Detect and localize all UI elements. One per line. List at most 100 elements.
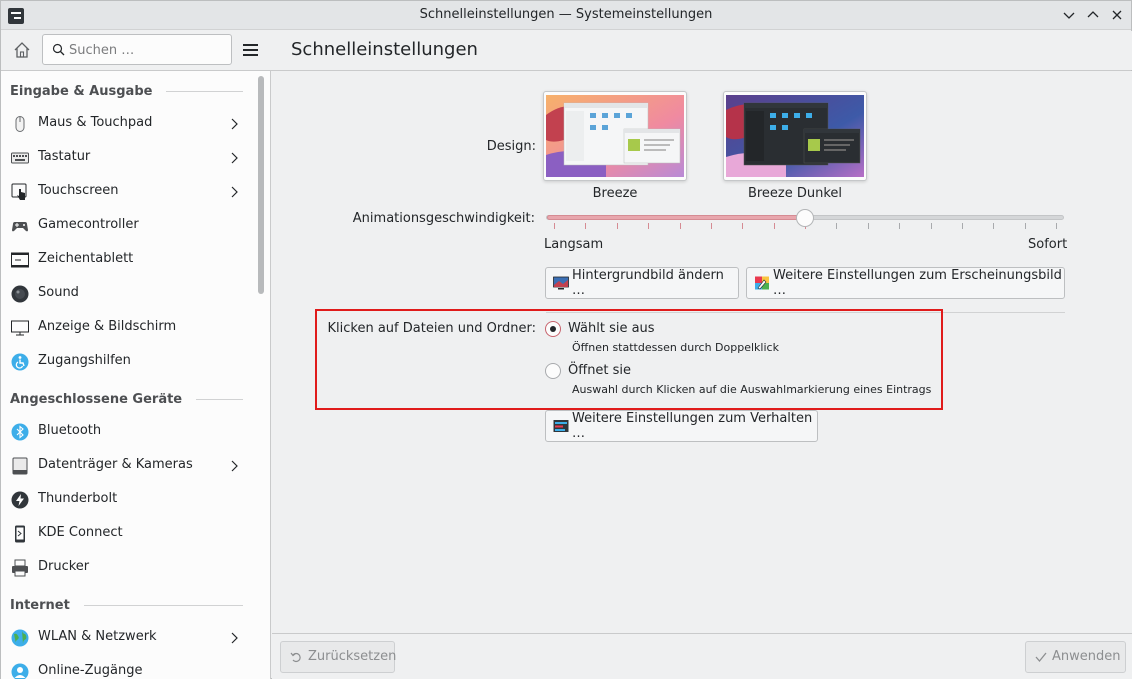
speaker-icon (11, 285, 29, 303)
reset-button[interactable]: Zurücksetzen (280, 641, 397, 673)
theme-caption-breeze-dark: Breeze Dunkel (747, 186, 843, 201)
slider-tick (867, 223, 869, 229)
highlight-annotation-box (315, 309, 943, 410)
slider-tick (961, 223, 963, 229)
sidebar-item-drives-cameras[interactable]: Datenträger & Kameras (1, 449, 251, 483)
sidebar-item-accessibility[interactable]: Zugangshilfen (1, 345, 251, 379)
sidebar-scrollbar[interactable] (251, 71, 271, 679)
sidebar-item-bluetooth[interactable]: Bluetooth (1, 415, 251, 449)
globe-icon (11, 629, 29, 647)
slider-tick (742, 223, 744, 229)
behavior-settings-icon (553, 420, 569, 432)
footer-bar: Zurücksetzen Anwenden (272, 633, 1132, 679)
more-appearance-settings-button[interactable]: Weitere Einstellungen zum Erscheinungsbi… (746, 267, 1065, 299)
mouse-icon (15, 116, 25, 132)
tablet-icon (11, 252, 29, 268)
sidebar-item-touchscreen[interactable]: Touchscreen (1, 175, 251, 209)
apply-button[interactable]: Anwenden (1025, 641, 1126, 673)
section-header-input-output: Eingabe & Ausgabe (10, 84, 243, 99)
sidebar-item-label: Bluetooth (38, 423, 102, 438)
sidebar-item-label: Touchscreen (38, 183, 119, 198)
animation-speed-label: Animationsgeschwindigkeit: (352, 211, 535, 226)
printer-icon (12, 559, 28, 577)
sidebar-item-label: Online-Zugänge (38, 663, 143, 678)
breeze-theme-preview (546, 95, 684, 177)
slider-tick (616, 223, 618, 229)
touchscreen-icon (11, 183, 27, 200)
bluetooth-icon (11, 423, 29, 441)
home-button[interactable] (11, 39, 35, 63)
slider-min-label: Langsam (544, 237, 604, 252)
sidebar-item-printers[interactable]: Drucker (1, 551, 251, 585)
theme-card-breeze-dark[interactable] (723, 91, 867, 181)
close-button[interactable] (1108, 6, 1126, 24)
search-field[interactable] (42, 34, 232, 65)
sidebar-item-online-accounts[interactable]: Online-Zugänge (1, 655, 251, 679)
checkmark-icon (1035, 652, 1047, 663)
chevron-right-icon (231, 460, 238, 472)
section-title: Eingabe & Ausgabe (10, 84, 153, 99)
chevron-right-icon (231, 152, 238, 164)
search-icon (52, 43, 65, 56)
chevron-right-icon (231, 118, 238, 130)
scrollbar-thumb[interactable] (258, 76, 264, 294)
sidebar-item-gamecontroller[interactable]: Gamecontroller (1, 209, 251, 243)
button-label: Weitere Einstellungen zum Erscheinungsbi… (773, 268, 1062, 298)
online-accounts-icon (11, 663, 29, 679)
wallpaper-icon (553, 276, 569, 290)
drive-icon (12, 457, 28, 475)
button-label: Anwenden (1052, 649, 1121, 664)
slider-tick (773, 223, 775, 229)
phone-icon (15, 525, 25, 543)
sidebar-item-mouse-touchpad[interactable]: Maus & Touchpad (1, 107, 251, 141)
sidebar-item-display[interactable]: Anzeige & Bildschirm (1, 311, 251, 345)
slider-handle[interactable] (796, 209, 814, 227)
slider-tick (899, 223, 901, 229)
monitor-icon (11, 320, 29, 336)
slider-max-label: Sofort (1028, 237, 1068, 252)
gamepad-icon (12, 222, 28, 232)
sidebar-item-label: Anzeige & Bildschirm (38, 319, 177, 334)
chevron-up-icon (1087, 11, 1099, 18)
title-bar[interactable]: Schnelleinstellungen — Systemeinstellung… (1, 1, 1131, 30)
change-wallpaper-button[interactable]: Hintergrundbild ändern … (545, 267, 739, 299)
slider-tick (836, 223, 838, 229)
chevron-right-icon (231, 632, 238, 644)
slider-tick (1024, 223, 1026, 229)
search-input[interactable] (69, 40, 224, 60)
slider-tick (679, 223, 681, 229)
slider-fill (547, 215, 806, 220)
minimize-button[interactable] (1060, 6, 1078, 24)
sidebar-item-label: Zugangshilfen (38, 353, 131, 368)
theme-caption-breeze: Breeze (592, 186, 638, 201)
window-title: Schnelleinstellungen — Systemeinstellung… (419, 7, 713, 22)
sidebar-item-wlan-network[interactable]: WLAN & Netzwerk (1, 621, 251, 655)
sidebar-item-thunderbolt[interactable]: Thunderbolt (1, 483, 251, 517)
button-label: Hintergrundbild ändern … (572, 268, 724, 298)
section-header-internet: Internet (10, 598, 243, 613)
theme-card-breeze[interactable] (543, 91, 687, 181)
hamburger-menu-button[interactable] (241, 40, 261, 60)
app-window: Schnelleinstellungen — Systemeinstellung… (0, 0, 1132, 679)
sidebar-item-label: Datenträger & Kameras (38, 457, 193, 472)
sidebar-item-label: Tastatur (38, 149, 91, 164)
sidebar: Eingabe & Ausgabe Maus & Touchpad Tastat… (1, 71, 251, 679)
sidebar-item-label: Sound (38, 285, 79, 300)
page-header: Schnelleinstellungen (272, 31, 1132, 70)
design-label: Design: (486, 139, 536, 154)
sidebar-item-label: Zeichentablett (38, 251, 134, 266)
sidebar-item-sound[interactable]: Sound (1, 277, 251, 311)
more-behavior-settings-button[interactable]: Weitere Einstellungen zum Verhalten … (545, 410, 818, 442)
sidebar-item-label: Gamecontroller (38, 217, 139, 232)
sidebar-item-label: WLAN & Netzwerk (38, 629, 157, 644)
keyboard-icon (11, 152, 29, 164)
sidebar-item-keyboard[interactable]: Tastatur (1, 141, 251, 175)
sidebar-item-kde-connect[interactable]: KDE Connect (1, 517, 251, 551)
maximize-button[interactable] (1084, 6, 1102, 24)
sidebar-header (1, 31, 271, 70)
sidebar-item-label: KDE Connect (38, 525, 123, 540)
sidebar-item-drawing-tablet[interactable]: Zeichentablett (1, 243, 251, 277)
slider-tick (993, 223, 995, 229)
button-label: Zurücksetzen (308, 649, 397, 664)
chevron-down-icon (1063, 12, 1075, 19)
